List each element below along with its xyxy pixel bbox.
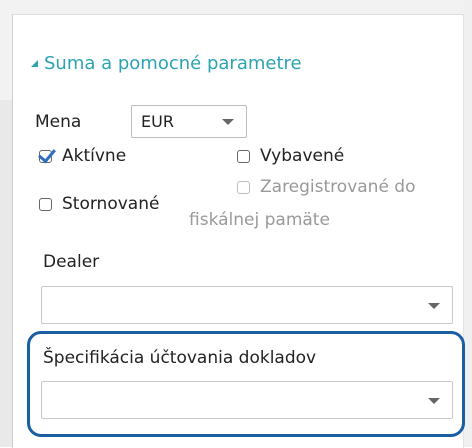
checkbox-unchecked-icon[interactable] <box>237 149 250 163</box>
currency-value: EUR <box>141 112 174 131</box>
section-header[interactable]: Suma a pomocné parametre <box>31 53 302 74</box>
checkbox-fiscal-label-line1: Zaregistrované do <box>260 177 416 197</box>
checkbox-equipped-label: Vybavené <box>260 146 345 166</box>
currency-label: Mena <box>35 112 82 132</box>
checkbox-checked-icon[interactable] <box>39 149 52 163</box>
currency-select[interactable]: EUR <box>131 105 247 138</box>
checkbox-equipped[interactable]: Vybavené <box>237 146 344 166</box>
section-title: Suma a pomocné parametre <box>44 53 302 74</box>
checkbox-disabled-icon <box>237 180 250 194</box>
dealer-label: Dealer <box>43 252 100 272</box>
background-right <box>464 0 472 447</box>
triangle-expand-icon[interactable] <box>31 60 38 67</box>
chevron-down-icon <box>222 119 234 125</box>
checkbox-active[interactable]: Aktívne <box>39 146 126 166</box>
background-left <box>0 100 12 447</box>
checkbox-fiscal[interactable]: Zaregistrované do <box>237 177 416 197</box>
checkbox-active-label: Aktívne <box>62 146 127 166</box>
checkbox-fiscal-label-line2: fiskálnej pamäte <box>189 210 330 230</box>
chevron-down-icon <box>428 303 440 309</box>
dealer-dropdown[interactable] <box>41 286 453 324</box>
checkbox-cancelled[interactable]: Stornované <box>39 194 159 214</box>
highlight-annotation <box>27 331 465 437</box>
checkbox-cancelled-label: Stornované <box>62 194 160 214</box>
checkbox-unchecked-icon[interactable] <box>39 197 52 211</box>
